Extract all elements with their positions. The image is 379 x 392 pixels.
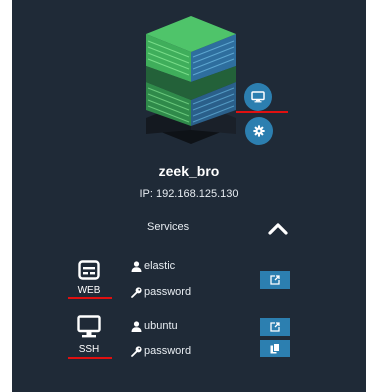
open-web-button[interactable] [260,271,290,289]
monitor-icon [77,315,101,338]
external-link-icon [270,322,280,332]
annotation-underline [68,357,112,359]
external-link-icon [270,275,280,285]
copy-icon [270,343,280,354]
console-button[interactable] [244,83,272,111]
copy-ssh-button[interactable] [260,340,290,357]
service-web-password-text: password [144,286,192,298]
gear-icon [253,125,265,137]
key-icon [131,345,142,357]
collapse-services-button[interactable] [266,218,290,238]
service-ssh-password: password [131,345,191,357]
service-web-username: elastic [131,260,175,272]
settings-button[interactable] [245,117,273,145]
host-name: zeek_bro [158,163,220,179]
user-icon [131,320,142,332]
key-icon [131,286,142,298]
hard-drive-icon [78,260,100,280]
chevron-up-icon [268,223,288,235]
annotation-underline [68,297,112,299]
services-label: Services [147,221,190,233]
service-ssh-username-text: ubuntu [144,320,178,332]
service-ssh-username: ubuntu [131,320,178,332]
user-icon [131,260,142,272]
host-ip: IP: 192.168.125.130 [139,188,239,200]
open-ssh-button[interactable] [260,318,290,336]
monitor-icon [251,91,265,103]
host-card: zeek_bro IP: 192.168.125.130 Services WE… [12,0,366,392]
service-ssh-password-text: password [144,345,192,357]
annotation-underline [236,111,288,113]
service-web-password: password [131,286,191,298]
service-name-web: WEB [77,285,101,296]
server-stack-icon [146,16,236,144]
service-name-ssh: SSH [78,344,100,355]
service-web-username-text: elastic [144,260,176,272]
